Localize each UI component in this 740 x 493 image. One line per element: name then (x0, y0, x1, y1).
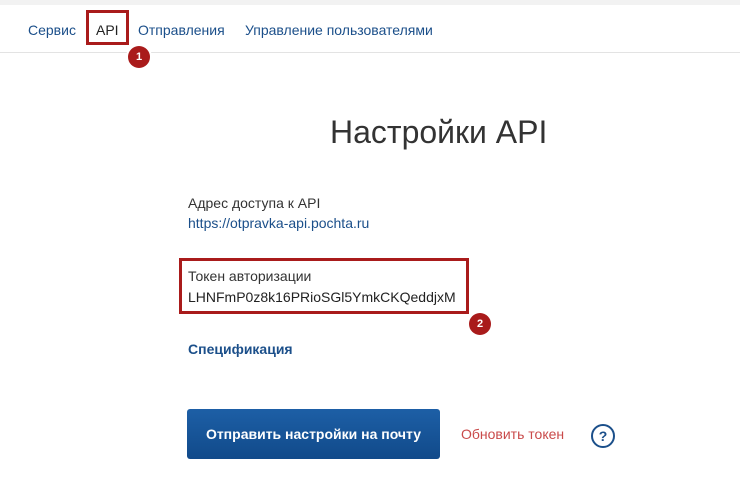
tab-service[interactable]: Сервис (28, 21, 76, 39)
specification-link[interactable]: Спецификация (188, 340, 293, 358)
api-address-label: Адрес доступа к API (188, 195, 321, 211)
annotation-marker-1: 1 (128, 46, 150, 68)
tab-shipments[interactable]: Отправления (138, 21, 225, 39)
api-address-link[interactable]: https://otpravka-api.pochta.ru (188, 214, 369, 232)
tab-user-management[interactable]: Управление пользователями (245, 21, 433, 39)
token-label: Токен авторизации (188, 268, 312, 284)
tab-api[interactable]: API (96, 21, 119, 39)
question-circle-icon[interactable]: ? (591, 424, 615, 448)
main-nav: Сервис API Отправления Управление пользо… (0, 5, 740, 53)
annotation-marker-2: 2 (469, 313, 491, 335)
send-settings-button[interactable]: Отправить настройки на почту (187, 409, 440, 459)
refresh-token-link[interactable]: Обновить токен (461, 425, 564, 443)
page-title: Настройки API (330, 114, 548, 150)
token-value: LHNFmP0z8k16PRioSGl5YmkCKQeddjxM (188, 289, 456, 305)
